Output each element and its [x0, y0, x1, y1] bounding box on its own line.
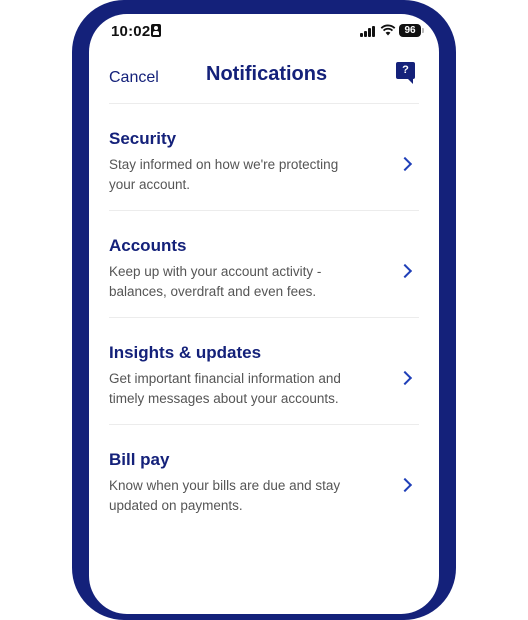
chevron-right-icon [397, 156, 413, 172]
battery-icon: 96 [399, 24, 421, 37]
list-item-insights-updates[interactable]: Insights & updates Get important financi… [89, 331, 439, 437]
help-chat-icon[interactable]: ? [396, 62, 415, 84]
wifi-icon [380, 23, 396, 39]
chevron-right-icon [397, 477, 413, 493]
item-description: Keep up with your account activity - bal… [109, 264, 322, 299]
battery-tip [422, 28, 424, 33]
item-title: Insights & updates [109, 343, 262, 362]
list-item-bill-pay[interactable]: Bill pay Know when your bills are due an… [89, 438, 439, 544]
contact-card-icon [151, 24, 161, 37]
item-title: Accounts [109, 236, 187, 255]
chevron-right-icon [397, 370, 413, 386]
item-description: Know when your bills are due and stay up… [109, 478, 341, 513]
page-title: Notifications [206, 63, 328, 85]
item-title: Bill pay [109, 450, 170, 469]
nav-header: Cancel Notifications ? [89, 58, 439, 102]
cancel-button[interactable]: Cancel [109, 69, 159, 87]
list-item-security[interactable]: Security Stay informed on how we're prot… [89, 117, 439, 223]
phone-screen: 10:02 96 Cancel Notifications ? Security… [89, 14, 439, 614]
divider [109, 424, 419, 425]
divider [109, 103, 419, 104]
chevron-right-icon [397, 263, 413, 279]
status-bar: 10:02 96 [89, 14, 439, 50]
divider [109, 317, 419, 318]
status-time: 10:02 [111, 23, 151, 40]
list-item-accounts[interactable]: Accounts Keep up with your account activ… [89, 224, 439, 330]
item-description: Get important financial information and … [109, 371, 341, 406]
divider [109, 210, 419, 211]
cellular-signal-icon [360, 26, 376, 37]
item-title: Security [109, 129, 177, 148]
item-description: Stay informed on how we're protecting yo… [109, 157, 339, 192]
